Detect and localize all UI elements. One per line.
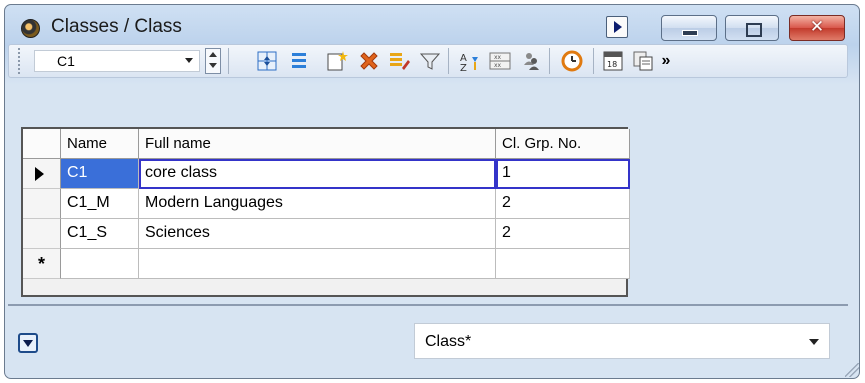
toolbar-separator [228,48,229,74]
chevron-down-icon[interactable] [185,58,193,63]
calendar-icon[interactable]: 18 [601,49,625,73]
toolbar-separator [549,48,550,74]
table-cell-name[interactable]: C1 [61,159,139,189]
users-icon[interactable] [519,49,543,73]
new-record-icon[interactable] [325,49,349,73]
toolbar-overflow-button[interactable]: » [657,49,675,73]
table-cell-name[interactable]: C1_S [61,219,139,249]
table-cell-full-name[interactable]: core class [139,159,496,189]
resize-grip[interactable] [845,363,859,377]
table-cell-full-name[interactable]: Sciences [139,219,496,249]
window-title: Classes / Class [51,16,182,37]
play-button[interactable] [606,16,628,38]
new-row-cell[interactable] [496,249,630,279]
column-header-full-name[interactable]: Full name [139,129,496,159]
view-selector-value: Class* [425,333,472,350]
table-cell-group-no[interactable]: 2 [496,219,630,249]
class-selector-value: C1 [57,53,75,69]
new-row-marker[interactable]: * [23,249,61,279]
delete-icon[interactable] [357,49,381,73]
close-button[interactable]: ✕ [789,15,845,41]
edit-list-icon[interactable] [387,49,411,73]
clock-icon[interactable] [560,49,584,73]
new-row-cell[interactable] [61,249,139,279]
column-header-group-no[interactable]: Cl. Grp. No. [496,129,630,159]
grid-corner[interactable] [23,129,61,159]
overflow-chevron-icon: » [661,52,671,69]
row-selector[interactable] [23,219,61,249]
column-settings-icon[interactable]: xx xx [488,49,512,73]
minimize-button[interactable] [661,15,717,41]
maximize-icon [746,23,762,37]
expand-dropdown-button[interactable] [18,333,38,353]
copy-report-icon[interactable] [631,49,655,73]
list-view-icon[interactable] [287,49,311,73]
svg-text:xx: xx [494,62,502,69]
chevron-down-icon[interactable] [809,339,819,345]
svg-text:Z: Z [460,63,467,72]
row-selector-current[interactable] [23,159,61,189]
maximize-button[interactable] [725,15,779,41]
table-cell-full-name[interactable]: Modern Languages [139,189,496,219]
view-selector-combo[interactable]: Class* [414,323,830,359]
table-cell-name[interactable]: C1_M [61,189,139,219]
close-icon: ✕ [809,17,825,37]
svg-text:18: 18 [607,60,617,69]
sort-az-icon[interactable]: AZ [457,49,481,73]
new-row-cell[interactable] [139,249,496,279]
toolbar-grip[interactable] [18,48,23,74]
table-cell-group-no[interactable]: 2 [496,189,630,219]
filter-icon[interactable] [418,49,442,73]
minimize-icon [682,30,698,36]
class-selector-combo[interactable]: C1 [34,50,200,72]
toolbar-separator [448,48,449,74]
title-bar[interactable]: Classes / Class ✕ [5,5,859,47]
column-header-name[interactable]: Name [61,129,139,159]
grid-view-icon[interactable] [255,49,279,73]
app-clock-icon [21,19,40,38]
record-spinner[interactable] [205,48,221,74]
table-cell-group-no[interactable]: 1 [496,159,630,189]
svg-text:xx: xx [494,54,502,61]
toolbar-separator [593,48,594,74]
data-grid: Name Full name Cl. Grp. No. C1 core clas… [21,127,630,297]
row-selector[interactable] [23,189,61,219]
footer-divider [8,304,848,306]
